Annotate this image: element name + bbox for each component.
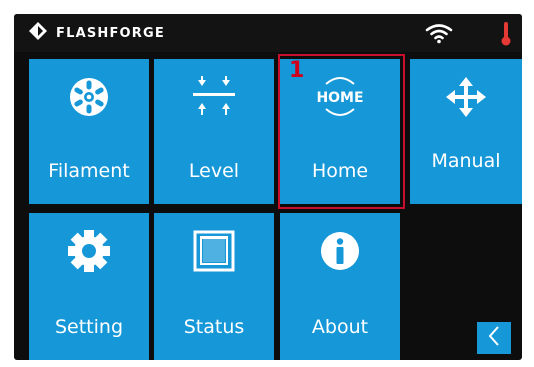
status-tile[interactable]: Status [154,213,274,360]
setting-label: Setting [54,316,124,338]
chevron-left-icon [486,325,502,351]
home-icon-text: HOME [316,90,363,106]
printer-icon [154,227,274,275]
manual-label: Manual [431,150,501,172]
brand-logo: FLASHFORGE [28,21,165,45]
gear-icon [29,227,149,275]
about-tile[interactable]: About [280,213,400,360]
printer-screen: FLASHFORGE Filament Level HOME Home Manu… [14,14,522,360]
thermometer-icon [501,22,511,50]
top-status-bar: FLASHFORGE [14,14,522,52]
level-arrows-icon [154,73,274,121]
wifi-icon [424,22,454,48]
back-button[interactable] [477,322,511,354]
brand-name: FLASHFORGE [56,25,165,41]
about-label: About [311,316,369,338]
info-icon [280,227,400,275]
level-tile[interactable]: Level [154,59,274,204]
filament-label: Filament [48,160,130,182]
move-arrows-icon [410,73,522,121]
filament-spool-icon [29,73,149,121]
status-label: Status [183,316,245,338]
setting-tile[interactable]: Setting [29,213,149,360]
level-label: Level [188,160,240,182]
home-label: Home [311,160,369,182]
filament-tile[interactable]: Filament [29,59,149,204]
flashforge-logo-icon [28,21,48,45]
manual-tile[interactable]: Manual [410,59,522,204]
annotation-number: 1 [289,58,305,83]
